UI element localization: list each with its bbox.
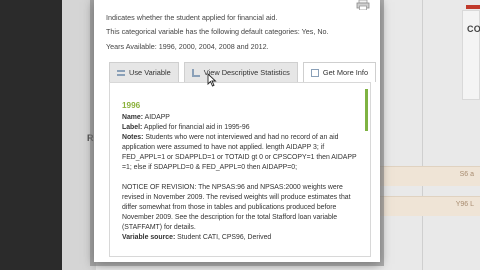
background-row: S6 a <box>367 166 480 186</box>
details-block: Name: AIDAPP Label: Applied for financia… <box>122 113 360 173</box>
label-value: Applied for financial aid in 1995-96 <box>143 124 250 131</box>
name-label: Name: <box>122 114 144 121</box>
notes-label: Notes: <box>122 134 144 141</box>
variable-description: Indicates whether the student applied fo… <box>106 13 278 22</box>
revision-text: NOTICE OF REVISION: The NPSAS:96 and NPS… <box>122 184 351 231</box>
label-label: Label: <box>122 124 143 131</box>
variable-info-modal: Indicates whether the student applied fo… <box>94 0 380 262</box>
list-icon <box>117 69 125 77</box>
years-available: Years Available: 1996, 2000, 2004, 2008 … <box>106 42 269 51</box>
variable-details: Name: AIDAPP Label: Applied for financia… <box>122 113 360 253</box>
notes-value: Students who were not interviewed and ha… <box>122 134 357 171</box>
source-value: Student CATI, CPS96, Derived <box>177 234 272 241</box>
print-icon[interactable] <box>356 0 370 10</box>
name-value: AIDAPP <box>144 114 170 121</box>
document-icon <box>310 68 319 77</box>
background-red-accent <box>466 5 480 9</box>
chart-icon <box>191 68 200 77</box>
mouse-cursor-icon <box>207 73 217 87</box>
background-row: Y96 L <box>367 196 480 216</box>
tab-use-variable[interactable]: Use Variable <box>109 62 179 82</box>
tab-label: Get More Info <box>322 68 369 77</box>
revision-notice: NOTICE OF REVISION: The NPSAS:96 and NPS… <box>122 183 360 243</box>
more-info-panel[interactable]: 1996 Name: AIDAPP Label: Applied for fin… <box>109 82 371 257</box>
background-right-heading: COU <box>467 24 480 34</box>
tab-get-more-info[interactable]: Get More Info <box>302 62 377 82</box>
tab-label: Use Variable <box>129 68 171 77</box>
info-tabs: Use Variable View Descriptive Statistics… <box>109 62 377 82</box>
background-divider <box>422 0 423 270</box>
year-heading: 1996 <box>122 101 141 110</box>
panel-scrollbar[interactable] <box>365 89 368 131</box>
variable-categories: This categorical variable has the follow… <box>106 27 329 36</box>
background-row-text: S6 a <box>459 171 474 178</box>
background-row-text: Y96 L <box>455 201 474 208</box>
tab-view-descriptive-statistics[interactable]: View Descriptive Statistics <box>183 62 298 82</box>
source-label: Variable source: <box>122 234 176 241</box>
